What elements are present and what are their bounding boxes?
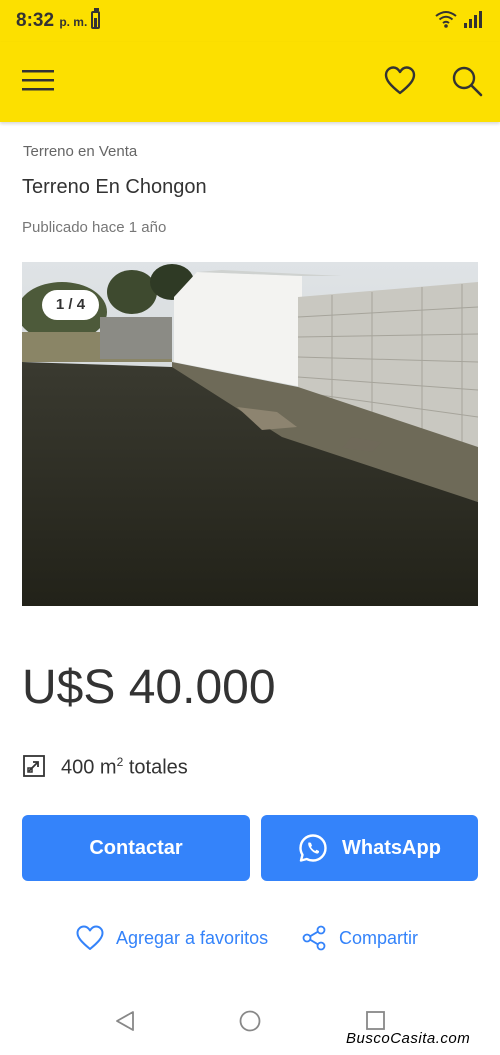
share-icon <box>302 925 326 951</box>
app-bar <box>0 42 500 122</box>
recent-apps-nav-icon[interactable] <box>366 1011 385 1030</box>
signal-icon <box>464 11 482 28</box>
menu-icon[interactable] <box>22 67 54 93</box>
area-icon <box>23 755 45 777</box>
area-total: 400 m2 totales <box>61 755 188 779</box>
battery-icon <box>91 11 100 29</box>
listing-title: Terreno En Chongon <box>22 176 207 198</box>
status-time: 8:32 p. m. <box>16 10 88 31</box>
contact-button-label: Contactar <box>89 836 183 859</box>
listing-price: U$S 40.000 <box>22 661 276 714</box>
back-nav-icon[interactable] <box>115 1010 135 1032</box>
heart-icon <box>76 925 104 950</box>
search-icon[interactable] <box>451 65 483 97</box>
listing-category: Terreno en Venta <box>23 143 138 160</box>
contact-button[interactable]: Contactar <box>22 815 250 881</box>
whatsapp-icon <box>299 834 327 862</box>
whatsapp-button[interactable]: WhatsApp <box>261 815 478 881</box>
watermark: BuscoCasita.com <box>346 1030 471 1047</box>
listing-published-date: Publicado hace 1 año <box>22 219 167 236</box>
add-to-favorites-label: Agregar a favoritos <box>116 927 269 948</box>
photo-counter: 1 / 4 <box>42 290 99 320</box>
add-to-favorites-link[interactable]: Agregar a favoritos <box>76 925 268 951</box>
home-nav-icon[interactable] <box>239 1010 261 1032</box>
wifi-icon <box>435 11 457 28</box>
favorites-heart-icon[interactable] <box>384 65 416 97</box>
whatsapp-button-label: WhatsApp <box>342 836 441 859</box>
status-bar: 8:32 p. m. <box>0 0 500 42</box>
share-label: Compartir <box>339 927 419 948</box>
share-link[interactable]: Compartir <box>301 925 418 951</box>
